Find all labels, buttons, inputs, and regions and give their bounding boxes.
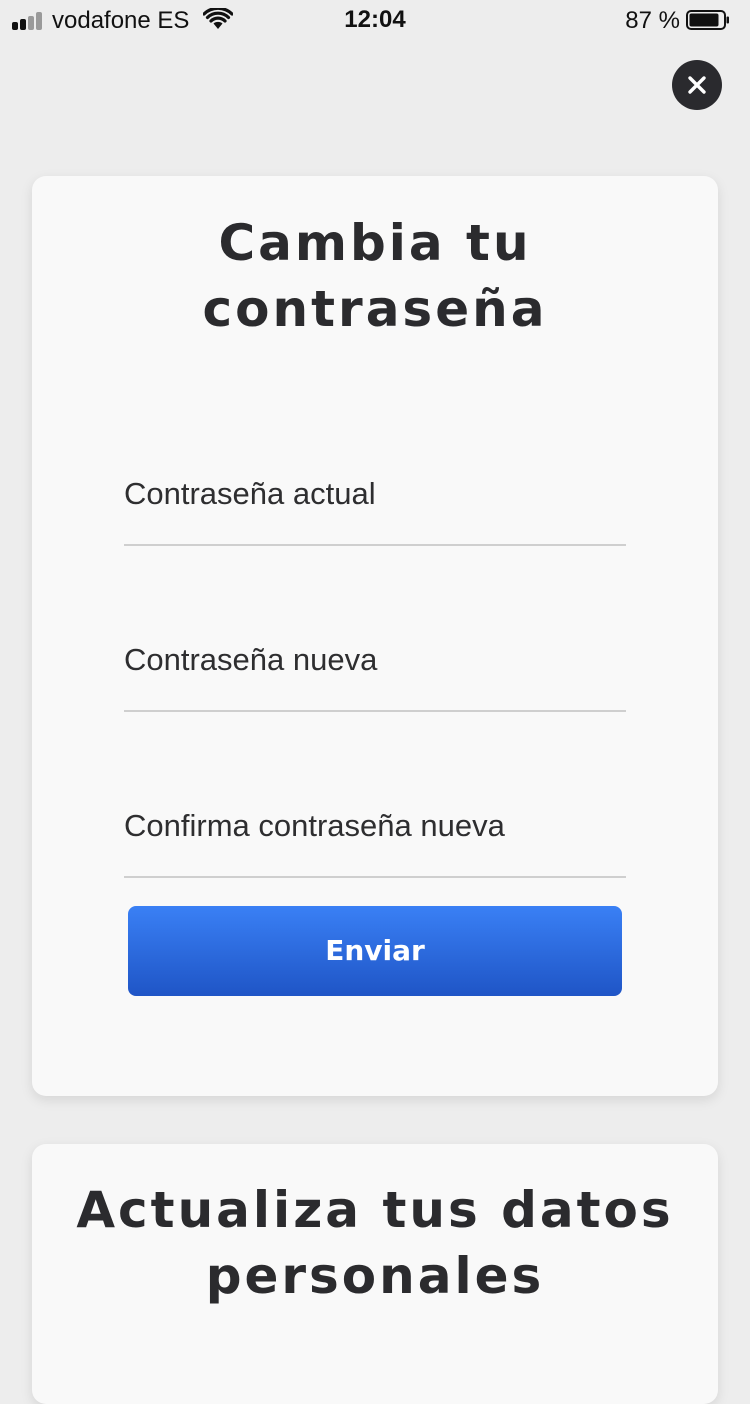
confirm-password-field [124, 784, 626, 878]
confirm-password-input[interactable] [124, 804, 626, 848]
update-personal-data-title-line2: personales [205, 1247, 545, 1305]
submit-button[interactable]: Enviar [128, 906, 622, 996]
update-personal-data-title: Actualiza tus datos personales [32, 1177, 718, 1309]
change-password-card: Cambia tu contraseña Enviar [32, 176, 718, 1096]
new-password-input[interactable] [124, 638, 626, 682]
update-personal-data-card: Actualiza tus datos personales [32, 1144, 718, 1404]
status-bar: vodafone ES 12:04 87 % [0, 0, 750, 40]
battery-percentage: 87 % [625, 7, 680, 34]
current-password-input[interactable] [124, 472, 626, 516]
close-icon [688, 76, 706, 94]
change-password-title-line1: Cambia tu [218, 214, 532, 272]
new-password-field [124, 618, 626, 712]
change-password-title: Cambia tu contraseña [32, 210, 718, 342]
close-button[interactable] [672, 60, 722, 110]
update-personal-data-title-line1: Actualiza tus datos [76, 1181, 674, 1239]
battery-icon [686, 10, 729, 30]
current-password-field [124, 452, 626, 546]
change-password-title-line2: contraseña [202, 280, 548, 338]
